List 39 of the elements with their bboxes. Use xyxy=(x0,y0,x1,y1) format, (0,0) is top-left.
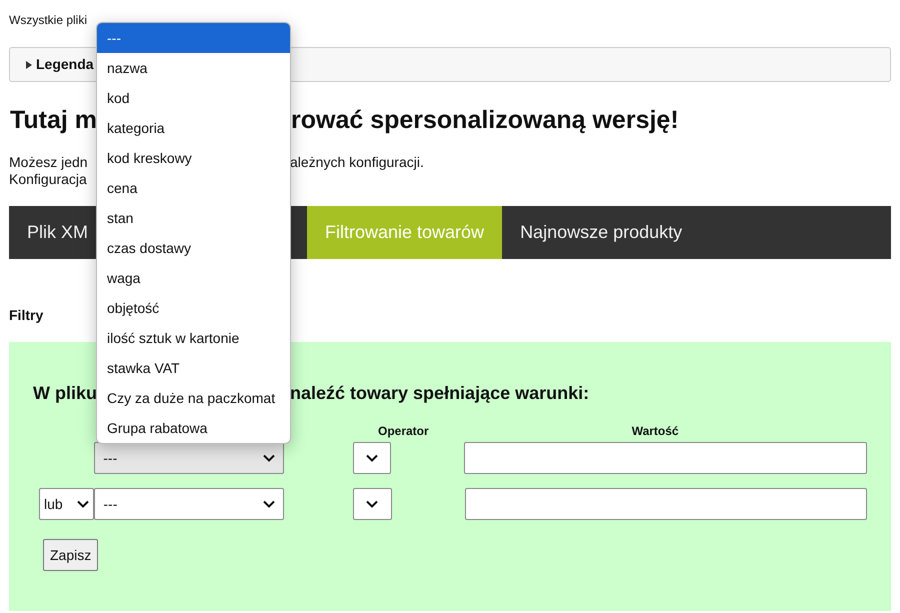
field-select[interactable]: --- xyxy=(94,488,284,520)
chevron-down-icon xyxy=(366,500,378,508)
field-select[interactable]: --- xyxy=(94,442,284,474)
dropdown-option[interactable]: kod kreskowy xyxy=(97,143,290,173)
column-header: Operator xyxy=(378,423,429,438)
dropdown-option[interactable]: cena xyxy=(97,173,290,203)
dropdown-option[interactable]: nazwa xyxy=(97,53,290,83)
panel-title: naleźć towary spełniające warunki: xyxy=(290,382,590,404)
connector-select[interactable]: lub xyxy=(39,488,94,520)
dropdown-option[interactable]: objętość xyxy=(97,293,290,323)
dropdown-option[interactable]: stawka VAT xyxy=(97,353,290,383)
intro-text: Możesz jedn xyxy=(9,154,89,171)
save-button[interactable]: Zapisz xyxy=(43,539,98,571)
dropdown-option[interactable]: kod xyxy=(97,83,290,113)
intro-text: Konfiguracja xyxy=(9,171,88,188)
chevron-down-icon xyxy=(263,500,276,508)
intro-text: ależnych konfiguracji. xyxy=(290,154,424,171)
dropdown-option[interactable]: kategoria xyxy=(97,113,290,143)
operator-select[interactable] xyxy=(353,488,392,520)
dropdown-option[interactable]: stan xyxy=(97,203,290,233)
operator-select[interactable] xyxy=(352,442,392,474)
dropdown-option[interactable]: Czy za duże na paczkomat xyxy=(97,383,290,413)
legend-label: Legenda xyxy=(36,55,94,74)
chevron-down-icon xyxy=(77,500,90,508)
dropdown-option[interactable]: czas dostawy xyxy=(97,233,290,263)
encoding-note: Wszystkie pliki xyxy=(9,12,88,29)
panel-title: W pliku xyxy=(33,382,95,404)
page-heading: Tutaj m xyxy=(10,105,96,134)
value-field[interactable] xyxy=(464,488,867,520)
dropdown-option[interactable]: Grupa rabatowa xyxy=(97,413,290,443)
dropdown-option[interactable]: waga xyxy=(97,263,290,293)
page-heading: rować spersonalizowaną wersję! xyxy=(291,105,679,134)
chevron-down-icon xyxy=(262,454,275,462)
section-title: Filtry xyxy=(9,306,44,325)
column-header: Wartość xyxy=(632,423,679,438)
value-field[interactable] xyxy=(464,442,867,474)
dropdown-option[interactable]: ilość sztuk w kartonie xyxy=(97,323,290,353)
dropdown-option[interactable]: --- xyxy=(97,23,290,53)
chevron-down-icon xyxy=(366,454,378,462)
